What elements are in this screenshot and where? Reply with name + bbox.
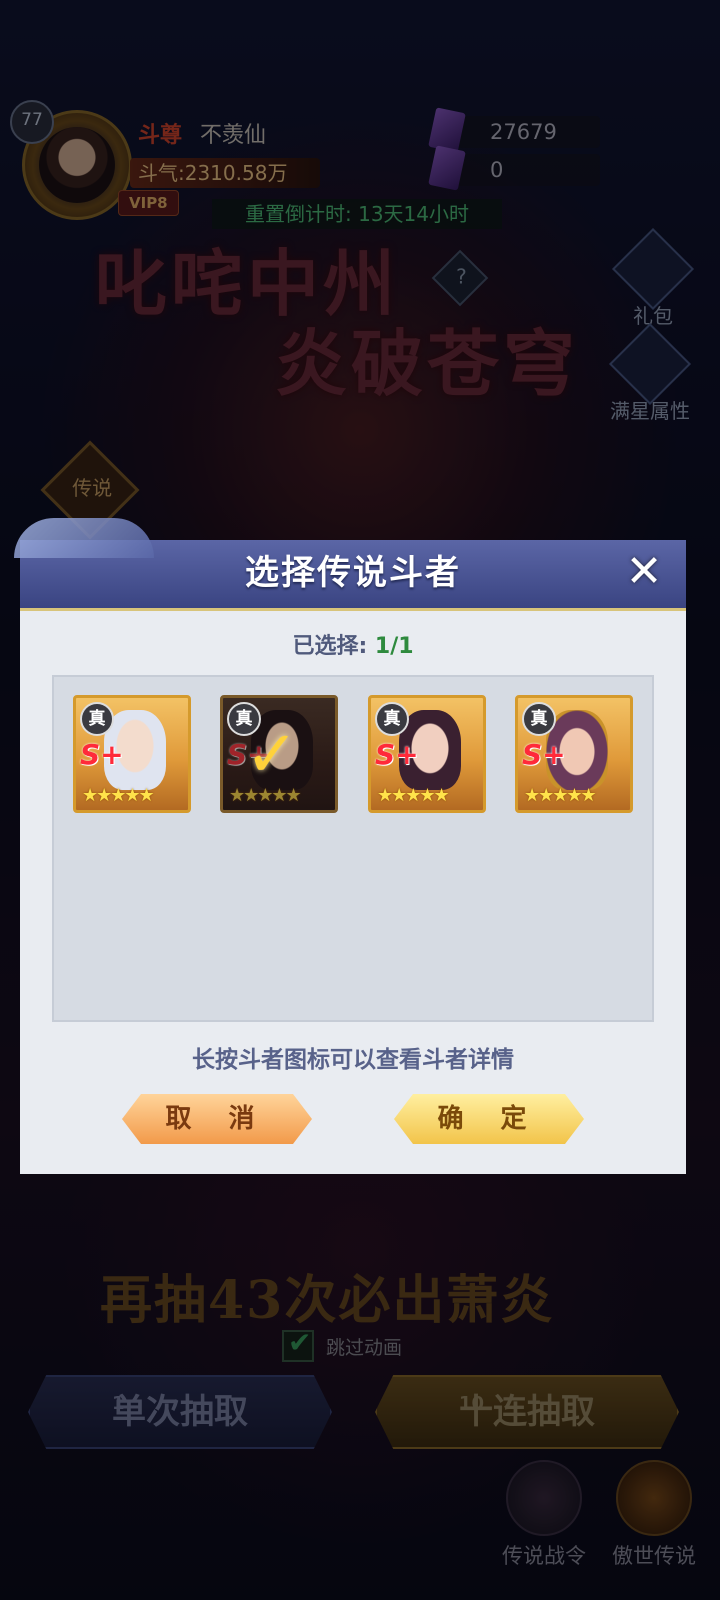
dialog-title: 选择传说斗者 (245, 553, 461, 593)
fighter-card-1[interactable]: 真 S+ ★★★★★ (73, 695, 191, 813)
selected-value: 1/1 (374, 634, 414, 659)
close-icon[interactable]: ✕ (622, 550, 666, 596)
selected-check-icon: ✓ (245, 718, 299, 792)
confirm-button[interactable]: 确 定 (394, 1094, 584, 1144)
fighter-card-4[interactable]: 真 S+ ★★★★★ (515, 695, 633, 813)
fighter-card-3[interactable]: 真 S+ ★★★★★ (368, 695, 486, 813)
true-tag: 真 (522, 702, 556, 736)
fighter-grid: 真 S+ ★★★★★ 真 S+ ★★★★★ ✓ 真 S+ ★★★★★ 真 S+ … (52, 675, 654, 1022)
selected-label: 已选择: (292, 634, 375, 659)
true-tag: 真 (375, 702, 409, 736)
star-rating: ★★★★★ (377, 785, 450, 806)
fighter-card-2[interactable]: 真 S+ ★★★★★ ✓ (220, 695, 338, 813)
select-legend-dialog: 选择传说斗者 ✕ 已选择: 1/1 真 S+ ★★★★★ 真 S+ ★★★★★ … (14, 518, 686, 1174)
star-rating: ★★★★★ (524, 785, 597, 806)
true-tag: 真 (80, 702, 114, 736)
grade-badge: S+ (375, 738, 419, 771)
grade-badge: S+ (522, 738, 566, 771)
star-rating: ★★★★★ (82, 785, 155, 806)
grade-badge: S+ (80, 738, 124, 771)
cancel-button[interactable]: 取 消 (122, 1094, 312, 1144)
long-press-hint: 长按斗者图标可以查看斗者详情 (192, 1047, 514, 1073)
selected-count: 已选择: 1/1 (20, 628, 686, 660)
dialog-header: 选择传说斗者 ✕ (14, 518, 686, 611)
